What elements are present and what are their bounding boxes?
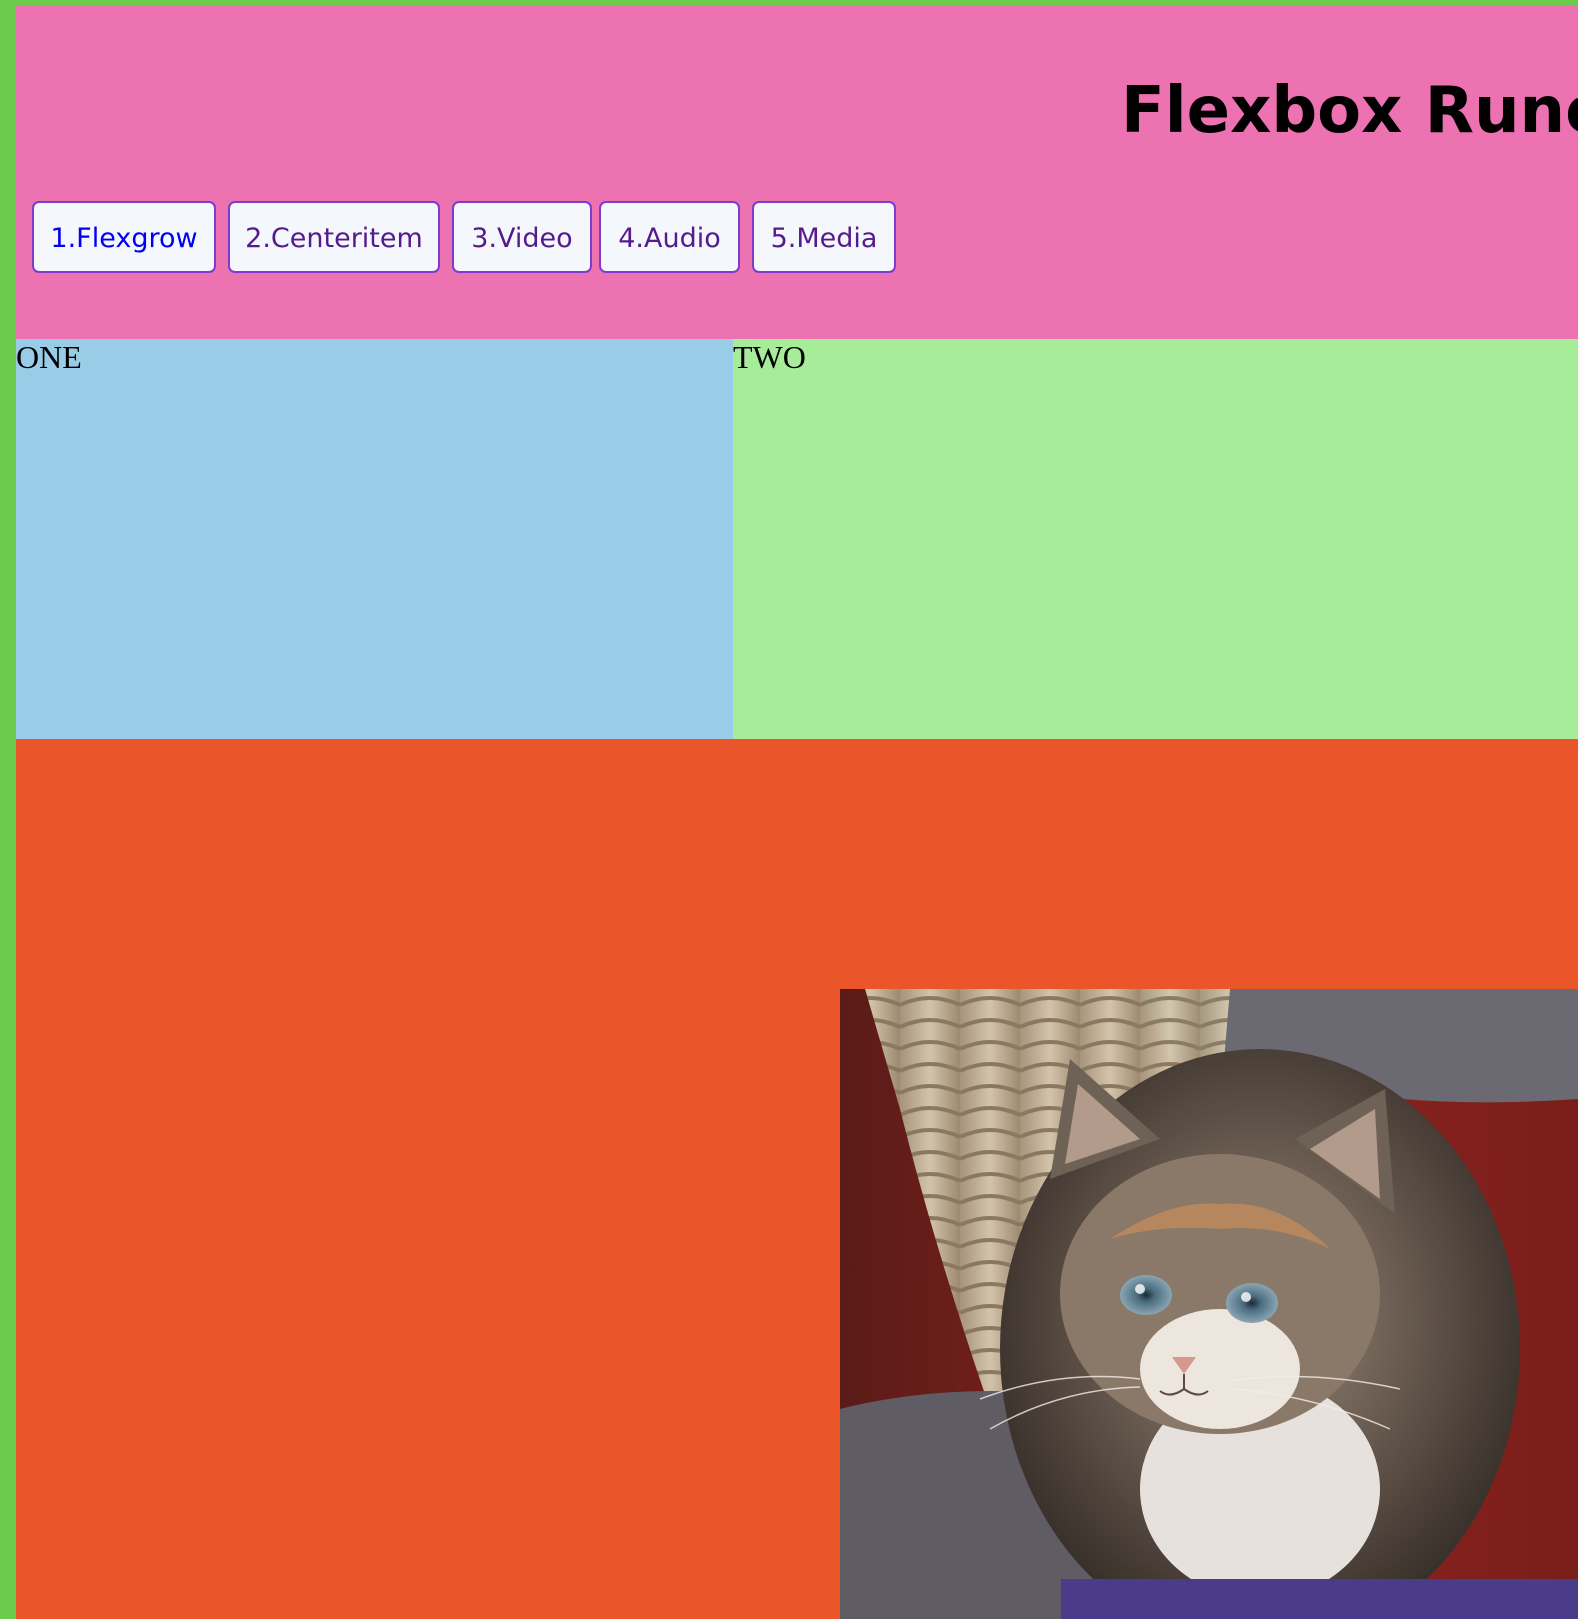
flex-row: ONE TWO [16,339,1578,739]
nav-link-flexgrow[interactable]: 1.Flexgrow [32,201,216,273]
nav-link-label: 3.Video [471,223,573,254]
header: Flexbox Rune 1.Flexgrow 2.Centeritem 3.V… [16,5,1578,339]
nav-link-media[interactable]: 5.Media [752,201,896,273]
page: Flexbox Rune 1.Flexgrow 2.Centeritem 3.V… [16,5,1578,1619]
image-caption-bar [1061,1579,1578,1619]
media-section [16,739,1578,1619]
nav-link-label: 1.Flexgrow [50,223,198,254]
box-two: TWO [733,339,1578,739]
page-title: Flexbox Rune [1121,74,1578,148]
nav-link-label: 5.Media [770,223,878,254]
nav-link-video[interactable]: 3.Video [452,201,592,273]
kitten-photo [840,989,1578,1619]
box-one-label: ONE [16,339,82,375]
kitten-image [840,989,1578,1619]
box-one: ONE [16,339,733,739]
nav-link-label: 4.Audio [618,223,721,254]
nav-link-label: 2.Centeritem [245,223,423,254]
nav-link-audio[interactable]: 4.Audio [599,201,740,273]
nav-link-centeritem[interactable]: 2.Centeritem [228,201,440,273]
box-two-label: TWO [733,339,806,375]
